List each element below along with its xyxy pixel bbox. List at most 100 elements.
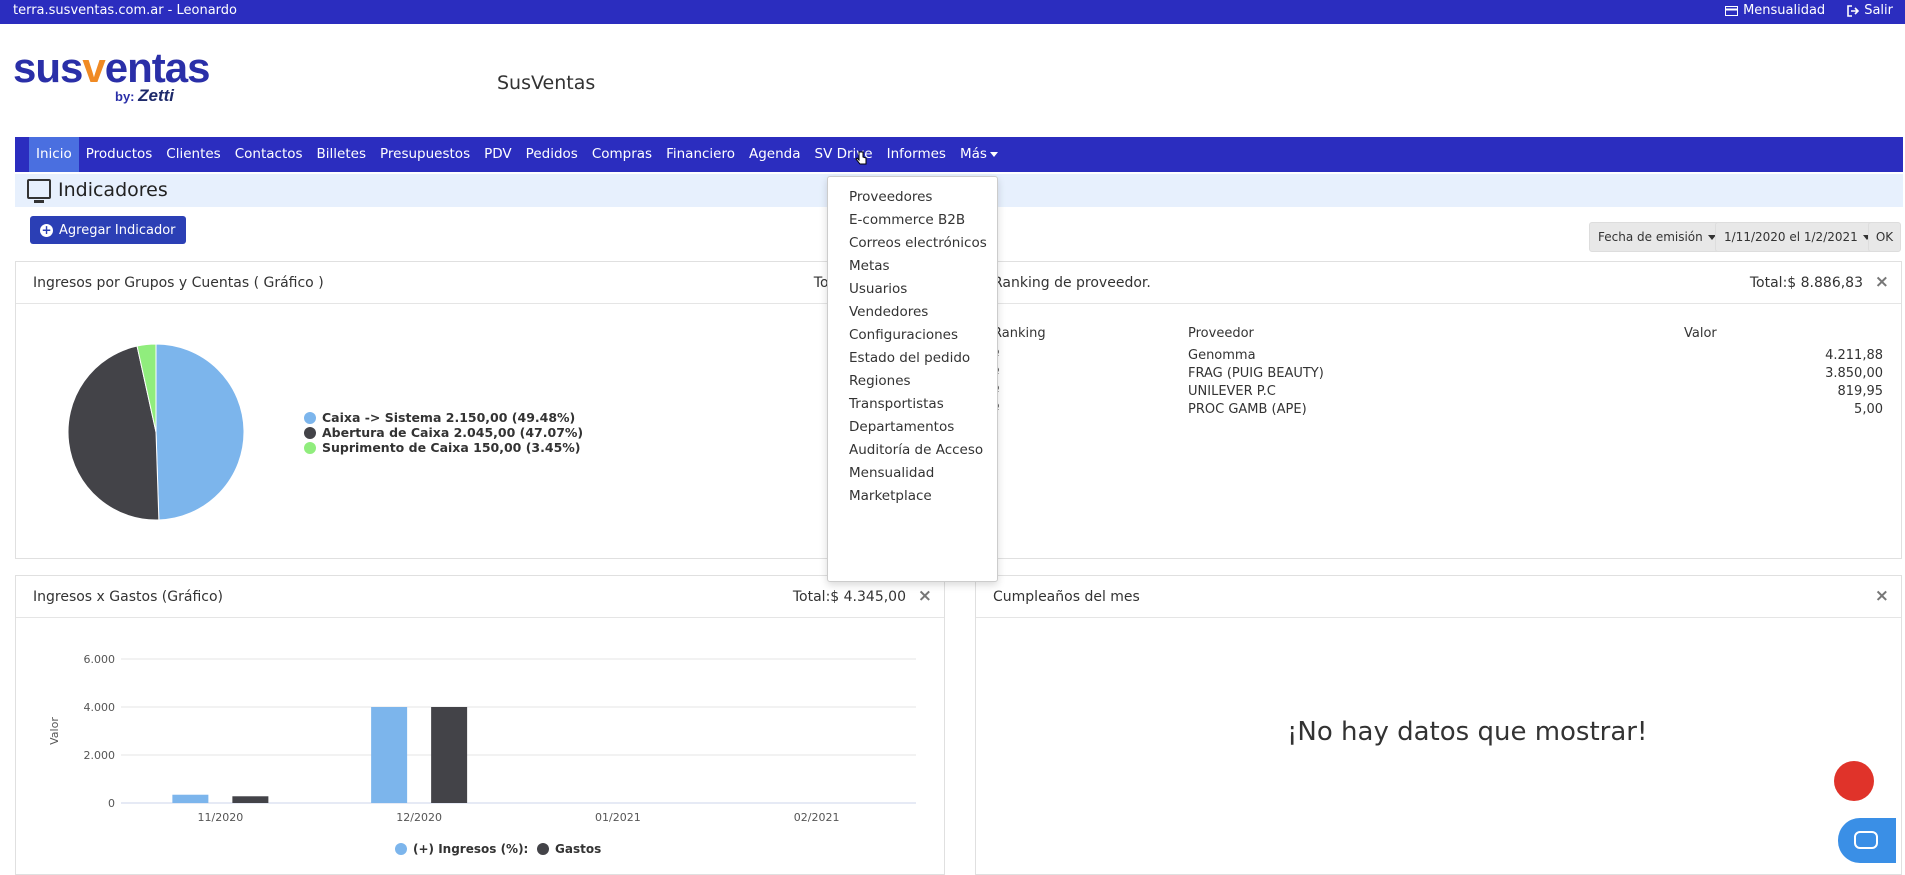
ranking-value: 819,95 (1837, 384, 1884, 399)
ranking-name: PROC GAMB (APE) (1188, 402, 1307, 417)
legend-dot (304, 441, 316, 454)
chat-button[interactable] (1838, 818, 1896, 863)
empty-message: ¡No hay datos que mostrar! (1287, 717, 1648, 747)
card-icon (1725, 5, 1739, 16)
menu-item-transportistas[interactable]: Transportistas (849, 396, 944, 412)
nav-item-pedidos[interactable]: Pedidos (519, 137, 585, 172)
menu-item-estado-del-pedido[interactable]: Estado del pedido (849, 350, 970, 366)
pie-legend-item[interactable]: Abertura de Caixa 2.045,00 (47.07%) (304, 425, 583, 440)
hand-cursor-icon (855, 151, 867, 165)
x-tick-label: 01/2021 (595, 811, 641, 824)
close-icon[interactable]: × (1875, 272, 1889, 292)
nav-item-inicio[interactable]: Inicio (29, 137, 79, 172)
legend-dot (537, 843, 549, 855)
nav-item-agenda[interactable]: Agenda (742, 137, 808, 172)
legend-label: Suprimento de Caixa 150,00 (3.45%) (322, 440, 581, 455)
card-total: Total:$ 8.886,83 (1749, 275, 1863, 291)
pie-chart (67, 343, 245, 521)
menu-item-marketplace[interactable]: Marketplace (849, 488, 932, 504)
ranking-name: UNILEVER P.C (1188, 384, 1276, 399)
more-dropdown-menu: Proveedores E-commerce B2B Correos electró… (827, 176, 998, 582)
menu-item-auditoria-de-acceso[interactable]: Auditoría de Acceso (849, 442, 983, 458)
pie-legend-item[interactable]: Suprimento de Caixa 150,00 (3.45%) (304, 440, 581, 455)
card-title: Ingresos x Gastos (Gráfico) (33, 589, 223, 605)
menu-item-usuarios[interactable]: Usuarios (849, 281, 907, 297)
menu-item-correos-electronicos[interactable]: Correos electrónicos (849, 235, 987, 251)
card-title: Ingresos por Grupos y Cuentas ( Gráfico … (33, 275, 324, 291)
nav-item-presupuestos[interactable]: Presupuestos (373, 137, 477, 172)
x-tick-label: 11/2020 (198, 811, 244, 824)
menu-item-metas[interactable]: Metas (849, 258, 890, 274)
legend-dot (304, 426, 316, 439)
add-floating-button[interactable] (1834, 761, 1874, 801)
nav-item-billetes[interactable]: Billetes (310, 137, 373, 172)
legend-label[interactable]: (+) Ingresos (%): (413, 842, 528, 856)
top-bar: terra.susventas.com.ar - Leonardo Mensua… (0, 0, 1905, 24)
ok-button[interactable]: OK (1868, 222, 1901, 252)
y-tick-label: 0 (108, 797, 115, 810)
chat-icon (1854, 831, 1878, 849)
legend-label: Caixa -> Sistema 2.150,00 (49.48%) (322, 410, 576, 425)
y-tick-label: 4.000 (84, 701, 116, 714)
bar[interactable] (431, 707, 468, 803)
close-icon[interactable]: × (918, 586, 932, 606)
nav-item-m-s[interactable]: Más (953, 137, 1005, 172)
legend-label[interactable]: Gastos (555, 842, 601, 856)
legend-label: Abertura de Caixa 2.045,00 (47.07%) (322, 425, 584, 440)
dashboard-icon (27, 179, 51, 203)
legend-dot (304, 411, 316, 424)
date-type-dropdown[interactable]: Fecha de emisión (1589, 222, 1725, 252)
mensualidad-link[interactable]: Mensualidad (1725, 3, 1825, 18)
susventas-logo[interactable]: susventas by: Zetti (13, 47, 210, 106)
app-title: SusVentas (497, 72, 596, 94)
nav-item-sv-drive[interactable]: SV Drive (808, 137, 880, 172)
bar[interactable] (232, 796, 269, 803)
col-header-valor: Valor (1684, 326, 1717, 341)
ranking-value: 4.211,88 (1825, 348, 1883, 363)
nav-item-compras[interactable]: Compras (585, 137, 659, 172)
caret-down-icon (989, 151, 998, 157)
card-title: Ranking de proveedor. (993, 275, 1151, 291)
y-tick-label: 2.000 (84, 749, 116, 762)
menu-item-configuraciones[interactable]: Configuraciones (849, 327, 958, 343)
legend-dot (395, 843, 407, 855)
ranking-value: 5,00 (1854, 402, 1883, 417)
bar-chart-card: Ingresos x Gastos (Gráfico) Total:$ 4.34… (15, 575, 945, 875)
menu-item-regiones[interactable]: Regiones (849, 373, 911, 389)
y-axis-label: Valor (48, 717, 61, 745)
nav-item-clientes[interactable]: Clientes (159, 137, 227, 172)
x-tick-label: 12/2020 (396, 811, 442, 824)
bar-chart: 0 2.000 4.000 6.000 Valor 11/2020 12/2020 01/20… (48, 653, 916, 856)
ranking-name: FRAG (PUIG BEAUTY) (1188, 366, 1324, 381)
plus-circle-icon: + (40, 222, 53, 237)
card-title: Cumpleaños del mes (993, 589, 1140, 605)
bar[interactable] (371, 707, 408, 803)
logout-link[interactable]: Salir (1847, 3, 1893, 18)
menu-item-departamentos[interactable]: Departamentos (849, 419, 954, 435)
ranking-name: Genomma (1188, 348, 1256, 363)
page-title: Indicadores (58, 179, 168, 201)
nav-item-contactos[interactable]: Contactos (228, 137, 310, 172)
account-label: terra.susventas.com.ar - Leonardo (13, 3, 237, 18)
add-indicator-button[interactable]: + Agregar Indicador (30, 216, 186, 244)
card-total: Total:$ 4.345,00 (792, 589, 906, 605)
nav-item-informes[interactable]: Informes (880, 137, 953, 172)
nav-item-pdv[interactable]: PDV (477, 137, 519, 172)
nav-item-financiero[interactable]: Financiero (659, 137, 742, 172)
date-range-dropdown[interactable]: 1/11/2020 el 1/2/2021 (1715, 222, 1880, 252)
x-tick-label: 02/2021 (794, 811, 840, 824)
close-icon[interactable]: × (1875, 586, 1889, 606)
menu-item-vendedores[interactable]: Vendedores (849, 304, 928, 320)
bar[interactable] (172, 794, 209, 803)
col-header-proveedor: Proveedor (1188, 326, 1254, 341)
y-tick-label: 6.000 (84, 653, 116, 666)
col-header-ranking: Ranking (993, 326, 1046, 341)
ranking-value: 3.850,00 (1825, 366, 1883, 381)
menu-item-mensualidad[interactable]: Mensualidad (849, 465, 934, 481)
menu-item-e-commerce-b2b[interactable]: E-commerce B2B (849, 212, 965, 228)
pie-legend-item[interactable]: Caixa -> Sistema 2.150,00 (49.48%) (304, 410, 575, 425)
pie-slice[interactable] (155, 343, 245, 521)
pie-chart-card: Ingresos por Grupos y Cuentas ( Gráfico … (15, 261, 945, 559)
menu-item-proveedores[interactable]: Proveedores (849, 189, 932, 205)
nav-item-productos[interactable]: Productos (79, 137, 160, 172)
